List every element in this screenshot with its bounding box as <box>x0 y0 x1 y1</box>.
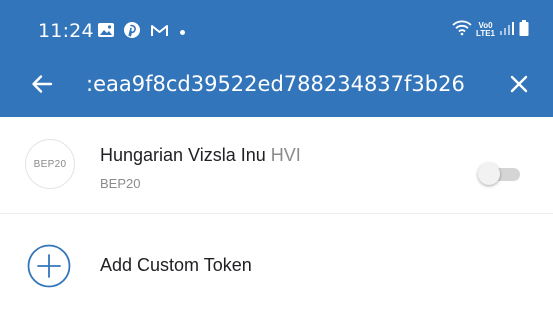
app-bar: 11:24 Vo0 LTE1:eaa9f8cd39522ed788234837… <box>0 0 553 117</box>
token-name: Hungarian Vizsla Inu <box>100 145 266 165</box>
status-bar: 11:24 Vo0 LTE1 <box>0 0 553 50</box>
token-symbol: HVI <box>270 145 301 165</box>
notification-dot <box>180 30 185 35</box>
search-toolbar: :eaa9f8cd39522ed788234837f3b26 <box>0 50 553 117</box>
search-input[interactable]: :eaa9f8cd39522ed788234837f3b26 <box>86 62 486 106</box>
token-logo-text: BEP20 <box>33 158 67 170</box>
status-time: 11:24 <box>38 20 94 42</box>
token-network: BEP20 <box>100 176 141 191</box>
battery-icon <box>519 19 529 41</box>
token-logo: BEP20 <box>25 139 75 189</box>
token-list-item[interactable]: BEP20 Hungarian Vizsla Inu HVI BEP20 <box>0 117 553 214</box>
add-custom-token-button[interactable]: Add Custom Token <box>0 215 553 309</box>
toggle-knob <box>478 163 500 185</box>
close-icon <box>510 75 528 93</box>
token-title: Hungarian Vizsla Inu HVI <box>100 145 301 166</box>
gmail-icon <box>150 20 169 40</box>
token-enable-toggle[interactable] <box>478 163 524 185</box>
pinterest-icon <box>123 20 141 40</box>
signal-icon <box>499 21 515 40</box>
plus-circle-icon <box>27 244 71 288</box>
status-right-icons: Vo0 LTE1 <box>452 18 529 42</box>
back-button[interactable] <box>22 64 62 104</box>
gallery-icon <box>97 20 115 40</box>
arrow-left-icon <box>32 75 53 93</box>
volte-line2: LTE1 <box>476 29 495 38</box>
close-button[interactable] <box>499 64 539 104</box>
wifi-icon <box>452 20 472 41</box>
add-custom-token-label: Add Custom Token <box>100 255 252 275</box>
volte-icon: Vo0 LTE1 <box>476 22 495 38</box>
